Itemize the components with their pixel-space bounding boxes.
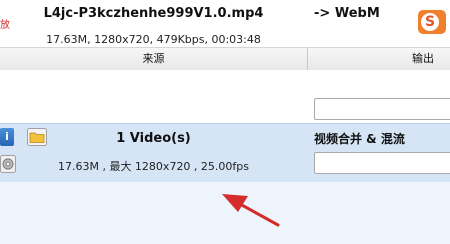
video-count: 1 Video(s)	[116, 131, 191, 146]
list-header: 来源 输出	[0, 47, 450, 71]
output-path-field[interactable]	[314, 98, 450, 120]
merge-output-label: 视频合并 & 混流	[314, 132, 405, 146]
sogou-ime-icon[interactable]: S	[418, 10, 446, 34]
header-output[interactable]: 输出	[412, 48, 434, 70]
file-info: 17.63M, 1280x720, 479Kbps, 00:03:48	[46, 33, 261, 46]
merge-summary: 17.63M , 最大 1280x720 , 25.00fps	[57, 160, 250, 173]
empty-list-area	[0, 182, 450, 244]
header-separator	[307, 48, 308, 70]
header-source[interactable]: 来源	[0, 48, 307, 70]
file-name: L4jc-P3kczhenhe999V1.0.mp4	[43, 6, 264, 21]
merge-output-field[interactable]	[314, 152, 450, 174]
red-arrow-annotation	[222, 194, 280, 227]
output-format: -> WebM	[314, 6, 380, 21]
sogou-s-glyph: S	[421, 13, 439, 31]
